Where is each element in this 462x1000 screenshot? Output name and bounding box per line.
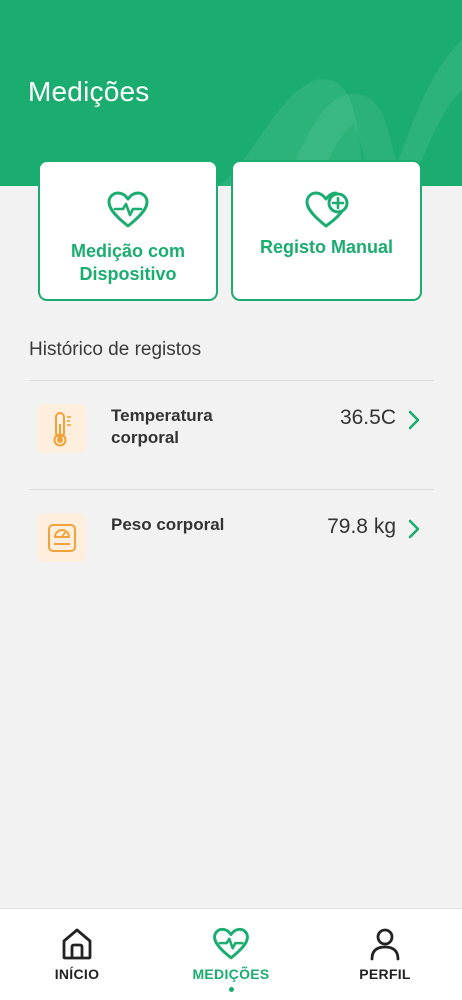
heart-plus-icon xyxy=(304,190,350,230)
nav-label: MEDIÇÕES xyxy=(192,966,270,982)
history-item-temperature[interactable]: Temperatura corporal 36.5C xyxy=(29,404,434,500)
chevron-right-icon xyxy=(408,410,420,435)
device-measurement-button[interactable]: Medição com Dispositivo xyxy=(38,160,218,301)
header: Medições xyxy=(0,0,462,186)
heart-pulse-icon xyxy=(212,926,250,962)
history-item-name: Peso corporal xyxy=(111,515,225,534)
user-icon xyxy=(369,926,401,962)
bottom-navigation: INÍCIO MEDIÇÕES PERFIL xyxy=(0,908,462,1000)
thermometer-icon xyxy=(37,404,86,453)
manual-entry-button[interactable]: Registo Manual xyxy=(231,160,422,301)
history-item-name: Temperatura corporal xyxy=(111,406,213,447)
nav-label: INÍCIO xyxy=(54,966,100,982)
nav-item-medicoes[interactable]: MEDIÇÕES xyxy=(154,909,308,1000)
history-item-weight[interactable]: Peso corporal 79.8 kg xyxy=(29,513,434,609)
divider xyxy=(29,489,434,490)
history-title: Histórico de registos xyxy=(29,339,202,360)
scale-icon xyxy=(37,513,86,562)
history-item-value: 36.5C xyxy=(339,406,396,429)
nav-item-inicio[interactable]: INÍCIO xyxy=(0,909,154,1000)
nav-item-perfil[interactable]: PERFIL xyxy=(308,909,462,1000)
heart-pulse-icon xyxy=(106,190,150,230)
divider xyxy=(29,380,434,381)
active-indicator xyxy=(228,987,234,992)
chevron-right-icon xyxy=(408,519,420,544)
history-item-value: 79.8 kg xyxy=(327,515,396,538)
nav-label: PERFIL xyxy=(359,966,411,982)
device-measurement-label: Medição com Dispositivo xyxy=(70,241,186,284)
manual-entry-label: Registo Manual xyxy=(259,237,393,257)
home-icon xyxy=(60,926,94,962)
page-title: Medições xyxy=(28,76,150,107)
